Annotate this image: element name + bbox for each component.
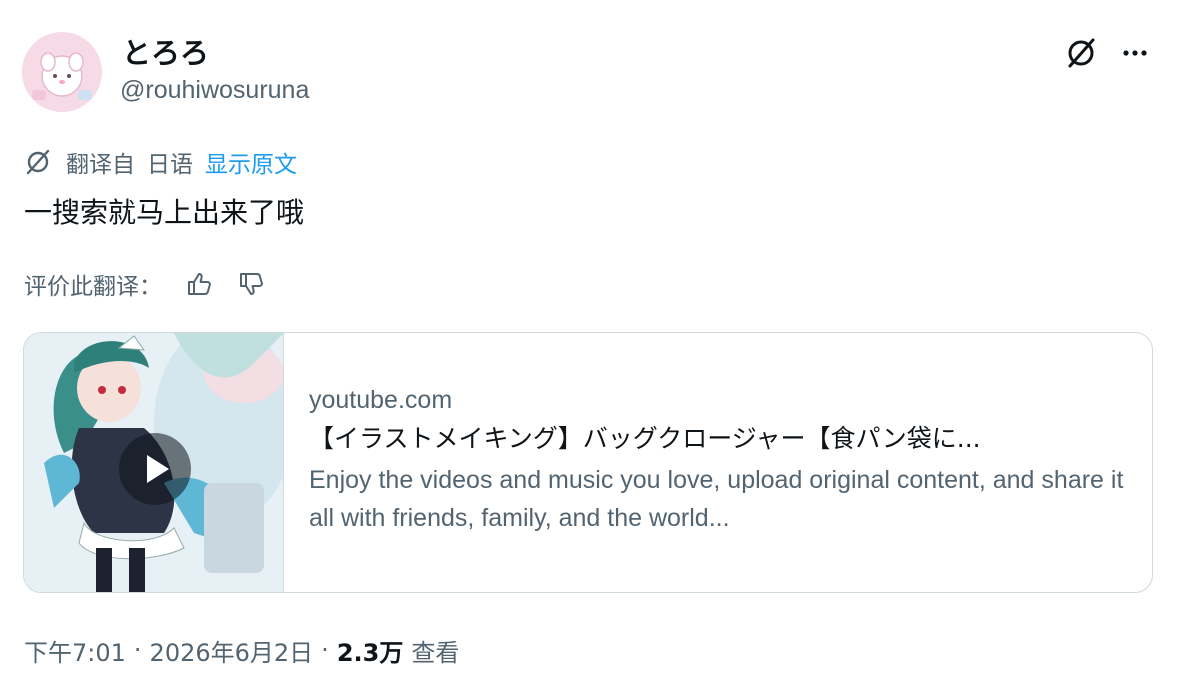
avatar[interactable] (22, 32, 102, 112)
views-label: 查看 (411, 638, 460, 667)
grok-icon (1068, 38, 1095, 68)
display-name[interactable]: とろろ (122, 30, 209, 72)
rate-translation-row: 评价此翻译： (24, 268, 266, 300)
link-card-description: Enjoy the videos and music you love, upl… (309, 466, 1124, 532)
video-thumbnail[interactable] (24, 333, 284, 592)
tweet-text: 一搜索就马上出来了哦 (24, 196, 305, 229)
translation-source-language: 日语 (147, 152, 193, 178)
link-card-body: youtube.com 【イラストメイキング】バッグクロージャー【食パン袋に..… (309, 383, 1139, 537)
separator-dot: · (133, 636, 142, 664)
show-original-link[interactable]: 显示原文 (205, 145, 297, 179)
more-options-button[interactable] (1116, 34, 1154, 72)
thumbs-up-icon (188, 273, 211, 295)
link-card-domain: youtube.com (309, 386, 453, 414)
user-handle[interactable]: @rouhiwosuruna (120, 76, 309, 105)
grok-translate-icon (24, 147, 54, 177)
thumbs-down-icon (240, 273, 263, 295)
translation-notice: 翻译自 日语 显示原文 (24, 146, 297, 178)
more-options-icon (1123, 50, 1147, 56)
link-card-title: 【イラストメイキング】バッグクロージャー【食パン袋に... (309, 424, 981, 453)
grok-button[interactable] (1062, 34, 1100, 72)
views-count: 2.3万 (336, 638, 404, 667)
avatar-image (22, 32, 102, 112)
rate-translation-label: 评价此翻译： (24, 274, 162, 300)
translation-prefix: 翻译自 (66, 152, 135, 178)
link-preview-card[interactable]: youtube.com 【イラストメイキング】バッグクロージャー【食パン袋に..… (23, 332, 1153, 593)
tweet-time[interactable]: 下午7:01 (24, 633, 126, 668)
thumbs-down-button[interactable] (236, 269, 266, 299)
tweet-meta: 下午7:01 · 2026年6月2日 · 2.3万 查看 (24, 632, 459, 668)
play-button[interactable] (119, 433, 191, 505)
tweet-date[interactable]: 2026年6月2日 (150, 633, 314, 668)
play-icon (147, 455, 169, 483)
thumbs-up-button[interactable] (184, 269, 214, 299)
separator-dot: · (321, 636, 329, 664)
